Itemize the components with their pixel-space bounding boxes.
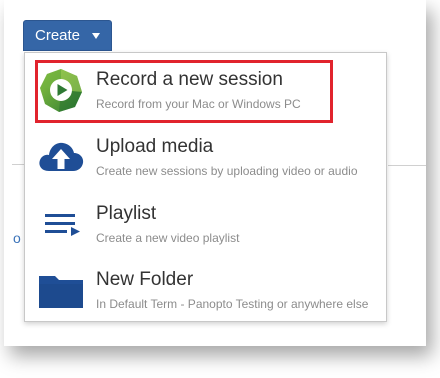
playlist-icon (37, 200, 85, 248)
menu-item-playlist[interactable]: Playlist Create a new video playlist (25, 192, 386, 258)
menu-item-title: Upload media (96, 136, 214, 157)
menu-item-subtitle: Record from your Mac or Windows PC (96, 97, 301, 111)
menu-item-title: New Folder (96, 269, 194, 290)
background-link-fragment[interactable]: o (13, 230, 21, 246)
folder-icon (37, 266, 85, 314)
create-button[interactable]: Create (23, 20, 112, 51)
create-dropdown-menu: Record a new session Record from your Ma… (24, 52, 387, 322)
screenshot-frame: o Create Record a new session Record fro… (4, 0, 426, 346)
canvas: o Create Record a new session Record fro… (0, 0, 440, 378)
panopto-play-icon (37, 66, 85, 114)
menu-item-title: Playlist (96, 203, 157, 224)
cloud-upload-icon (37, 133, 85, 181)
menu-item-new-folder[interactable]: New Folder In Default Term - Panopto Tes… (25, 258, 386, 324)
menu-item-title: Record a new session (96, 69, 283, 90)
background-divider-right (388, 165, 426, 166)
menu-item-upload-media[interactable]: Upload media Create new sessions by uplo… (25, 125, 386, 191)
menu-item-record-session[interactable]: Record a new session Record from your Ma… (25, 58, 386, 124)
menu-item-subtitle: In Default Term - Panopto Testing or any… (96, 297, 369, 311)
menu-item-subtitle: Create a new video playlist (96, 231, 240, 245)
create-button-label: Create (35, 27, 81, 44)
background-divider (12, 164, 24, 165)
menu-item-subtitle: Create new sessions by uploading video o… (96, 164, 358, 178)
caret-down-icon (92, 33, 100, 39)
